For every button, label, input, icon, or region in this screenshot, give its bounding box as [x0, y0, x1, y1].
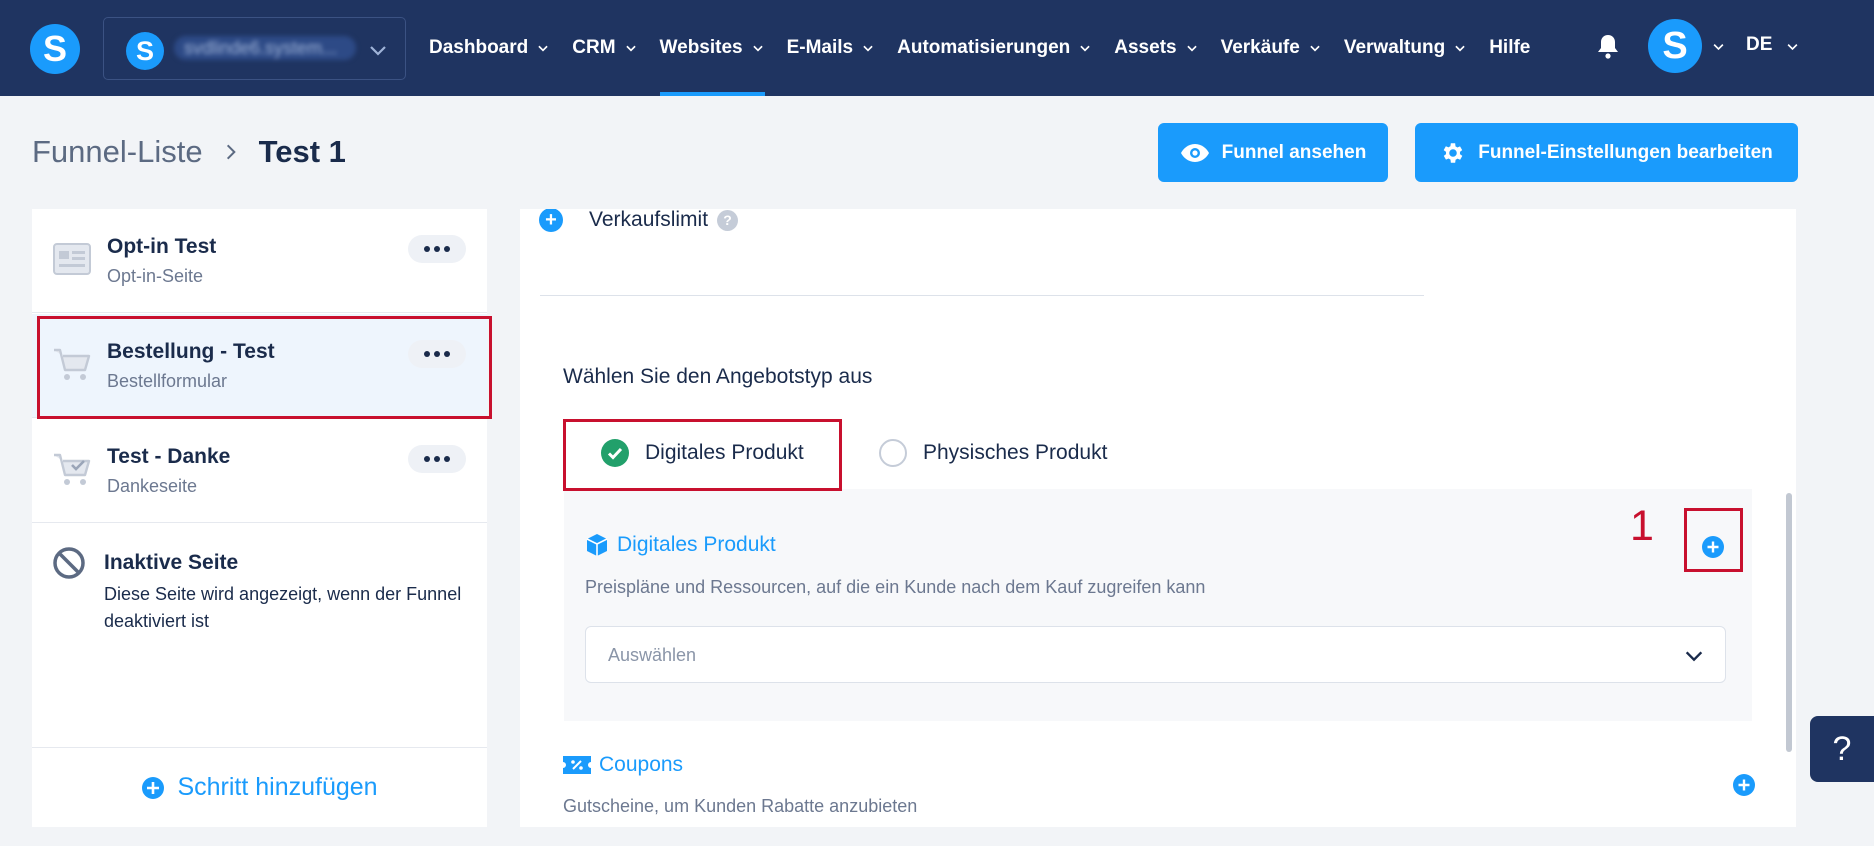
nav-item-label: Verwaltung: [1343, 37, 1446, 58]
main-nav: Dashboard CRM Websites E-Mails Automatisieru…: [429, 0, 1552, 96]
workspace-switcher[interactable]: S svdlinde6.system...: [103, 17, 406, 80]
chevron-down-icon: [370, 46, 386, 56]
edit-funnel-settings-label: Funnel-Einstellungen bearbeiten: [1478, 141, 1773, 163]
chevron-down-icon: [625, 45, 636, 52]
coupon-icon: [563, 756, 591, 774]
step-more-menu-button[interactable]: [408, 235, 466, 263]
prohibited-icon: [53, 547, 85, 579]
digital-product-description: Preispläne und Ressourcen, auf die ein K…: [585, 577, 1206, 597]
plus-circle-icon[interactable]: +: [539, 209, 563, 232]
box-icon: [586, 534, 608, 556]
chevron-right-icon: [226, 144, 236, 160]
digital-product-title: Digitales Produkt: [585, 531, 776, 559]
offer-type-label: Wählen Sie den Angebotstyp aus: [563, 365, 873, 388]
highlight-box-add-product: [1684, 508, 1743, 572]
nav-item-label: CRM: [572, 37, 616, 58]
offer-type-physical-label: Physisches Produkt: [923, 441, 1108, 464]
nav-item-label: Dashboard: [429, 37, 529, 58]
workspace-avatar: S: [126, 32, 164, 70]
nav-item-dashboard[interactable]: Dashboard: [429, 0, 550, 96]
edit-funnel-settings-button[interactable]: Funnel-Einstellungen bearbeiten: [1415, 123, 1798, 182]
nav-item-label: Verkäufe: [1220, 37, 1300, 58]
plus-circle-icon: [142, 776, 165, 799]
nav-item-automatisierungen[interactable]: Automatisierungen: [897, 0, 1092, 96]
inactive-page-description: Diese Seite wird angezeigt, wenn der Fun…: [104, 584, 462, 631]
language-selector[interactable]: DE: [1746, 34, 1772, 56]
view-funnel-button[interactable]: Funnel ansehen: [1158, 123, 1388, 182]
chevron-down-icon: [752, 45, 763, 52]
coupons-title: Coupons: [563, 751, 683, 779]
inactive-page-title: Inaktive Seite: [104, 551, 239, 574]
help-icon[interactable]: ?: [717, 209, 739, 231]
radio-unchecked-icon: [879, 439, 907, 467]
highlight-box-order-step: [37, 316, 492, 419]
nav-item-verkäufe[interactable]: Verkäufe: [1221, 0, 1322, 96]
offer-type-physical-radio[interactable]: Physisches Produkt: [879, 433, 1107, 473]
digital-product-title-text: Digitales Produkt: [617, 533, 776, 556]
step-settings-panel: + Verkaufslimit ? Wählen Sie den Angebot…: [520, 209, 1796, 827]
gear-icon: [1443, 142, 1463, 163]
nav-item-crm[interactable]: CRM: [572, 0, 637, 96]
select-placeholder: Auswählen: [608, 645, 697, 665]
chevron-down-icon[interactable]: [1785, 39, 1800, 54]
eye-icon: [1180, 143, 1209, 162]
step-title: Opt-in Test: [107, 235, 217, 258]
coupons-description: Gutscheine, um Kunden Rabatte anzubieten: [563, 796, 918, 816]
optin-page-icon: [53, 243, 91, 275]
funnel-steps-sidebar: Opt-in Test Opt-in-Seite Bestellung - Te…: [32, 209, 487, 827]
top-navbar: S S svdlinde6.system... Dashboard CRM Webs…: [0, 0, 1874, 96]
nav-item-verwaltung[interactable]: Verwaltung: [1344, 0, 1467, 96]
chevron-down-icon: [863, 45, 873, 52]
chevron-down-icon: [1455, 45, 1465, 52]
nav-item-label: Websites: [659, 37, 743, 58]
chevron-down-icon: [1186, 45, 1197, 52]
chevron-down-icon: [1310, 45, 1320, 52]
highlight-box-digital-option: [563, 419, 842, 491]
step-type: Opt-in-Seite: [107, 266, 204, 286]
workspace-name: svdlinde6.system...: [174, 36, 356, 60]
annotation-number: 1: [1630, 502, 1654, 550]
sales-limit-label: Verkaufslimit: [589, 209, 709, 231]
step-more-menu-button[interactable]: [408, 445, 466, 473]
digital-product-select[interactable]: Auswählen: [585, 626, 1726, 683]
page-title: Test 1: [258, 134, 346, 169]
add-step-button[interactable]: Schritt hinzufügen: [32, 747, 487, 827]
funnel-step-optin[interactable]: Opt-in Test Opt-in-Seite: [32, 209, 487, 313]
cart-check-icon: [54, 453, 91, 485]
step-type: Dankeseite: [107, 476, 198, 496]
funnel-step-thankyou[interactable]: Test - Danke Dankeseite: [32, 419, 487, 523]
add-coupon-plus-icon[interactable]: [1732, 773, 1756, 797]
breadcrumb: Funnel-Liste Test 1: [32, 134, 346, 170]
chevron-down-icon: [1685, 651, 1703, 662]
chevron-down-icon: [538, 45, 548, 52]
nav-item-help[interactable]: Hilfe: [1489, 0, 1530, 96]
inactive-page-step[interactable]: Inaktive Seite Diese Seite wird angezeig…: [32, 525, 487, 645]
bell-icon[interactable]: [1596, 33, 1620, 59]
breadcrumb-funnel-list[interactable]: Funnel-Liste: [32, 134, 203, 170]
nav-item-e-mails[interactable]: E-Mails: [787, 0, 876, 96]
step-title: Test - Danke: [107, 445, 231, 468]
chevron-down-icon[interactable]: [1711, 39, 1726, 54]
digital-product-section: Digitales Produkt Preispläne und Ressour…: [564, 489, 1752, 721]
view-funnel-label: Funnel ansehen: [1221, 141, 1367, 163]
chevron-down-icon: [1080, 45, 1090, 52]
nav-item-label: Assets: [1114, 37, 1177, 58]
add-step-label: Schritt hinzufügen: [177, 773, 378, 801]
section-divider: [540, 295, 1424, 296]
nav-item-assets[interactable]: Assets: [1114, 0, 1198, 96]
app-logo[interactable]: S: [30, 24, 80, 74]
nav-item-label: E-Mails: [786, 37, 854, 58]
help-widget-button[interactable]: ?: [1810, 716, 1874, 782]
panel-scrollbar[interactable]: [1786, 493, 1792, 752]
user-avatar[interactable]: S: [1648, 19, 1702, 73]
sales-limit-row: + Verkaufslimit ?: [539, 209, 739, 232]
nav-item-label: Automatisierungen: [897, 37, 1071, 58]
nav-item-websites[interactable]: Websites: [659, 0, 765, 96]
coupons-title-text: Coupons: [599, 753, 684, 776]
